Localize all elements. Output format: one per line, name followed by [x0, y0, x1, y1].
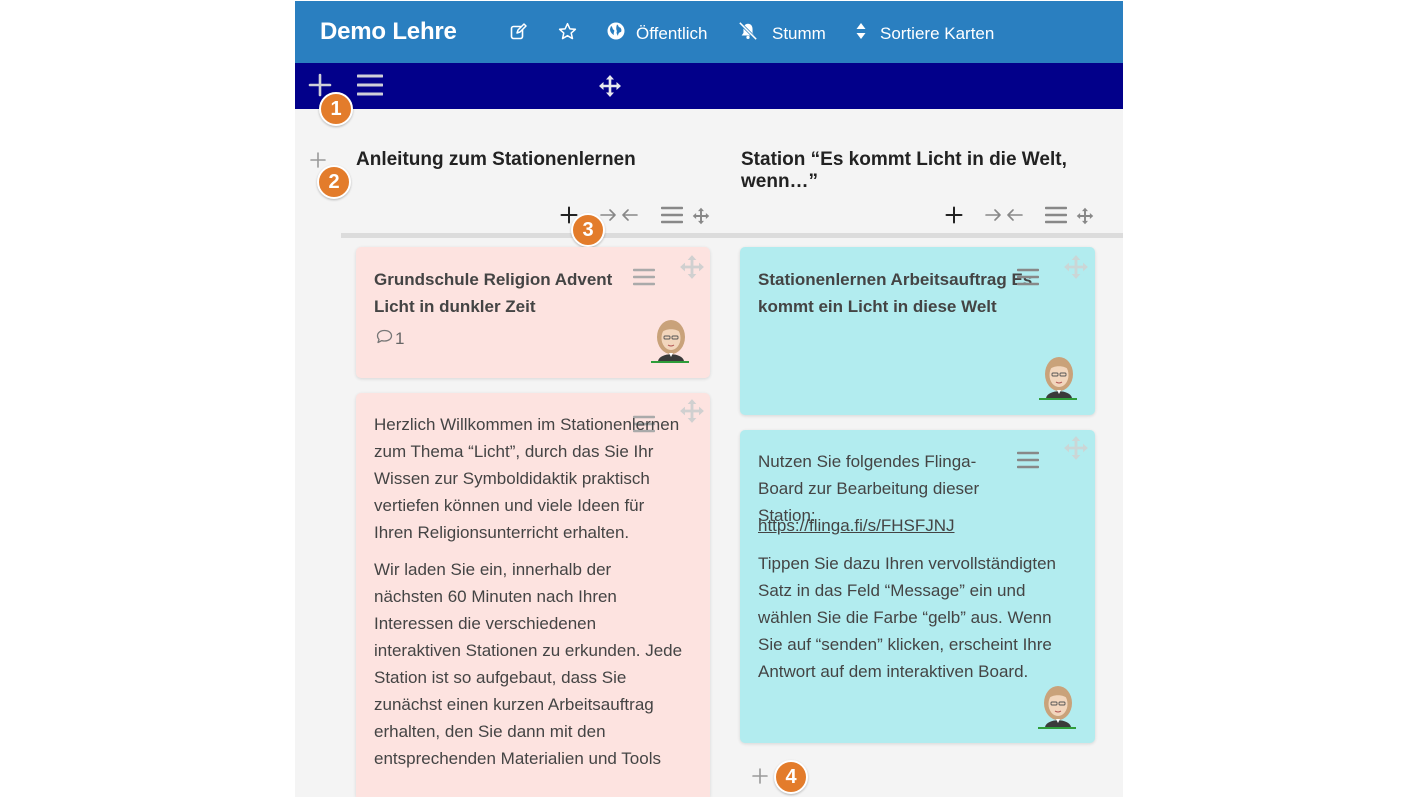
card-paragraph-1: Herzlich Willkommen im Stationenlernen z…	[374, 415, 680, 542]
card-menu-hamburger-icon[interactable]	[1016, 268, 1040, 291]
callout-badge-2: 2	[317, 165, 351, 199]
board-title: Demo Lehre	[320, 18, 457, 45]
card-body: Herzlich Willkommen im Stationenlernen z…	[374, 411, 684, 782]
card-move-icon[interactable]	[1063, 435, 1089, 466]
column-2-move-icon[interactable]	[1075, 206, 1095, 226]
card-paragraph-2: Wir laden Sie ein, innerhalb der nächste…	[374, 560, 683, 768]
edit-icon[interactable]	[508, 21, 528, 41]
avatar-underline	[1038, 727, 1076, 729]
bell-slash-icon[interactable]	[738, 21, 758, 41]
board-toolbar	[295, 63, 1123, 109]
column-1-collapse-arrows-icon[interactable]	[599, 206, 639, 224]
card-2-2[interactable]: Nutzen Sie folgendes Flinga-Board zur Be…	[740, 430, 1095, 743]
star-icon[interactable]	[557, 21, 577, 41]
board-header: Demo Lehre Öffentlich Stumm Sortiere Kar…	[295, 1, 1123, 63]
card-1-2[interactable]: Herzlich Willkommen im Stationenlernen z…	[356, 393, 710, 797]
callout-badge-1: 1	[319, 92, 353, 126]
mute-label[interactable]: Stumm	[772, 24, 826, 44]
card-1-1[interactable]: Grundschule Religion Advent Licht in dun…	[356, 247, 710, 378]
card-menu-hamburger-icon[interactable]	[1016, 451, 1040, 474]
column-1-menu-hamburger-icon[interactable]	[661, 205, 683, 225]
column-header-divider	[341, 233, 1123, 238]
globe-icon[interactable]	[606, 21, 626, 41]
add-column-left-plus-icon[interactable]	[309, 151, 327, 169]
column-2-add-card-plus-icon[interactable]	[944, 205, 964, 225]
sort-cards-label[interactable]: Sortiere Karten	[880, 24, 994, 44]
column-title-1[interactable]: Anleitung zum Stationenlernen	[356, 149, 676, 171]
column-title-2[interactable]: Station “Es kommt Licht in die Welt, wen…	[741, 149, 1101, 193]
card-menu-hamburger-icon[interactable]	[632, 268, 656, 291]
comment-icon	[376, 329, 393, 349]
card-move-icon[interactable]	[1063, 254, 1089, 285]
sort-icon[interactable]	[856, 22, 866, 40]
board-menu-hamburger-icon[interactable]	[356, 72, 384, 98]
column-2-collapse-arrows-icon[interactable]	[984, 206, 1024, 224]
avatar-underline	[1039, 398, 1077, 400]
column-1-move-icon[interactable]	[691, 206, 711, 226]
board-app: Demo Lehre Öffentlich Stumm Sortiere Kar…	[295, 1, 1123, 797]
card-body: Tippen Sie dazu Ihren vervollständigten …	[758, 554, 1056, 681]
avatar-underline	[651, 361, 689, 363]
callout-badge-3: 3	[571, 213, 605, 247]
author-avatar[interactable]	[652, 317, 690, 361]
card-2-1[interactable]: Stationenlernen Arbeitsauftrag Es kommt …	[740, 247, 1095, 415]
flinga-link[interactable]: https://flinga.fi/s/FHSFJNJ	[758, 512, 955, 539]
card-comments[interactable]: 1	[376, 329, 404, 349]
add-card-bottom-plus-icon[interactable]	[751, 767, 769, 785]
column-2-menu-hamburger-icon[interactable]	[1045, 205, 1067, 225]
card-title: Grundschule Religion Advent Licht in dun…	[374, 270, 613, 316]
callout-badge-4: 4	[774, 760, 808, 794]
author-avatar[interactable]	[1040, 354, 1078, 398]
author-avatar[interactable]	[1039, 683, 1077, 727]
visibility-label[interactable]: Öffentlich	[636, 24, 708, 44]
comment-count: 1	[395, 329, 405, 348]
card-move-icon[interactable]	[679, 254, 705, 285]
move-board-icon[interactable]	[597, 73, 623, 99]
